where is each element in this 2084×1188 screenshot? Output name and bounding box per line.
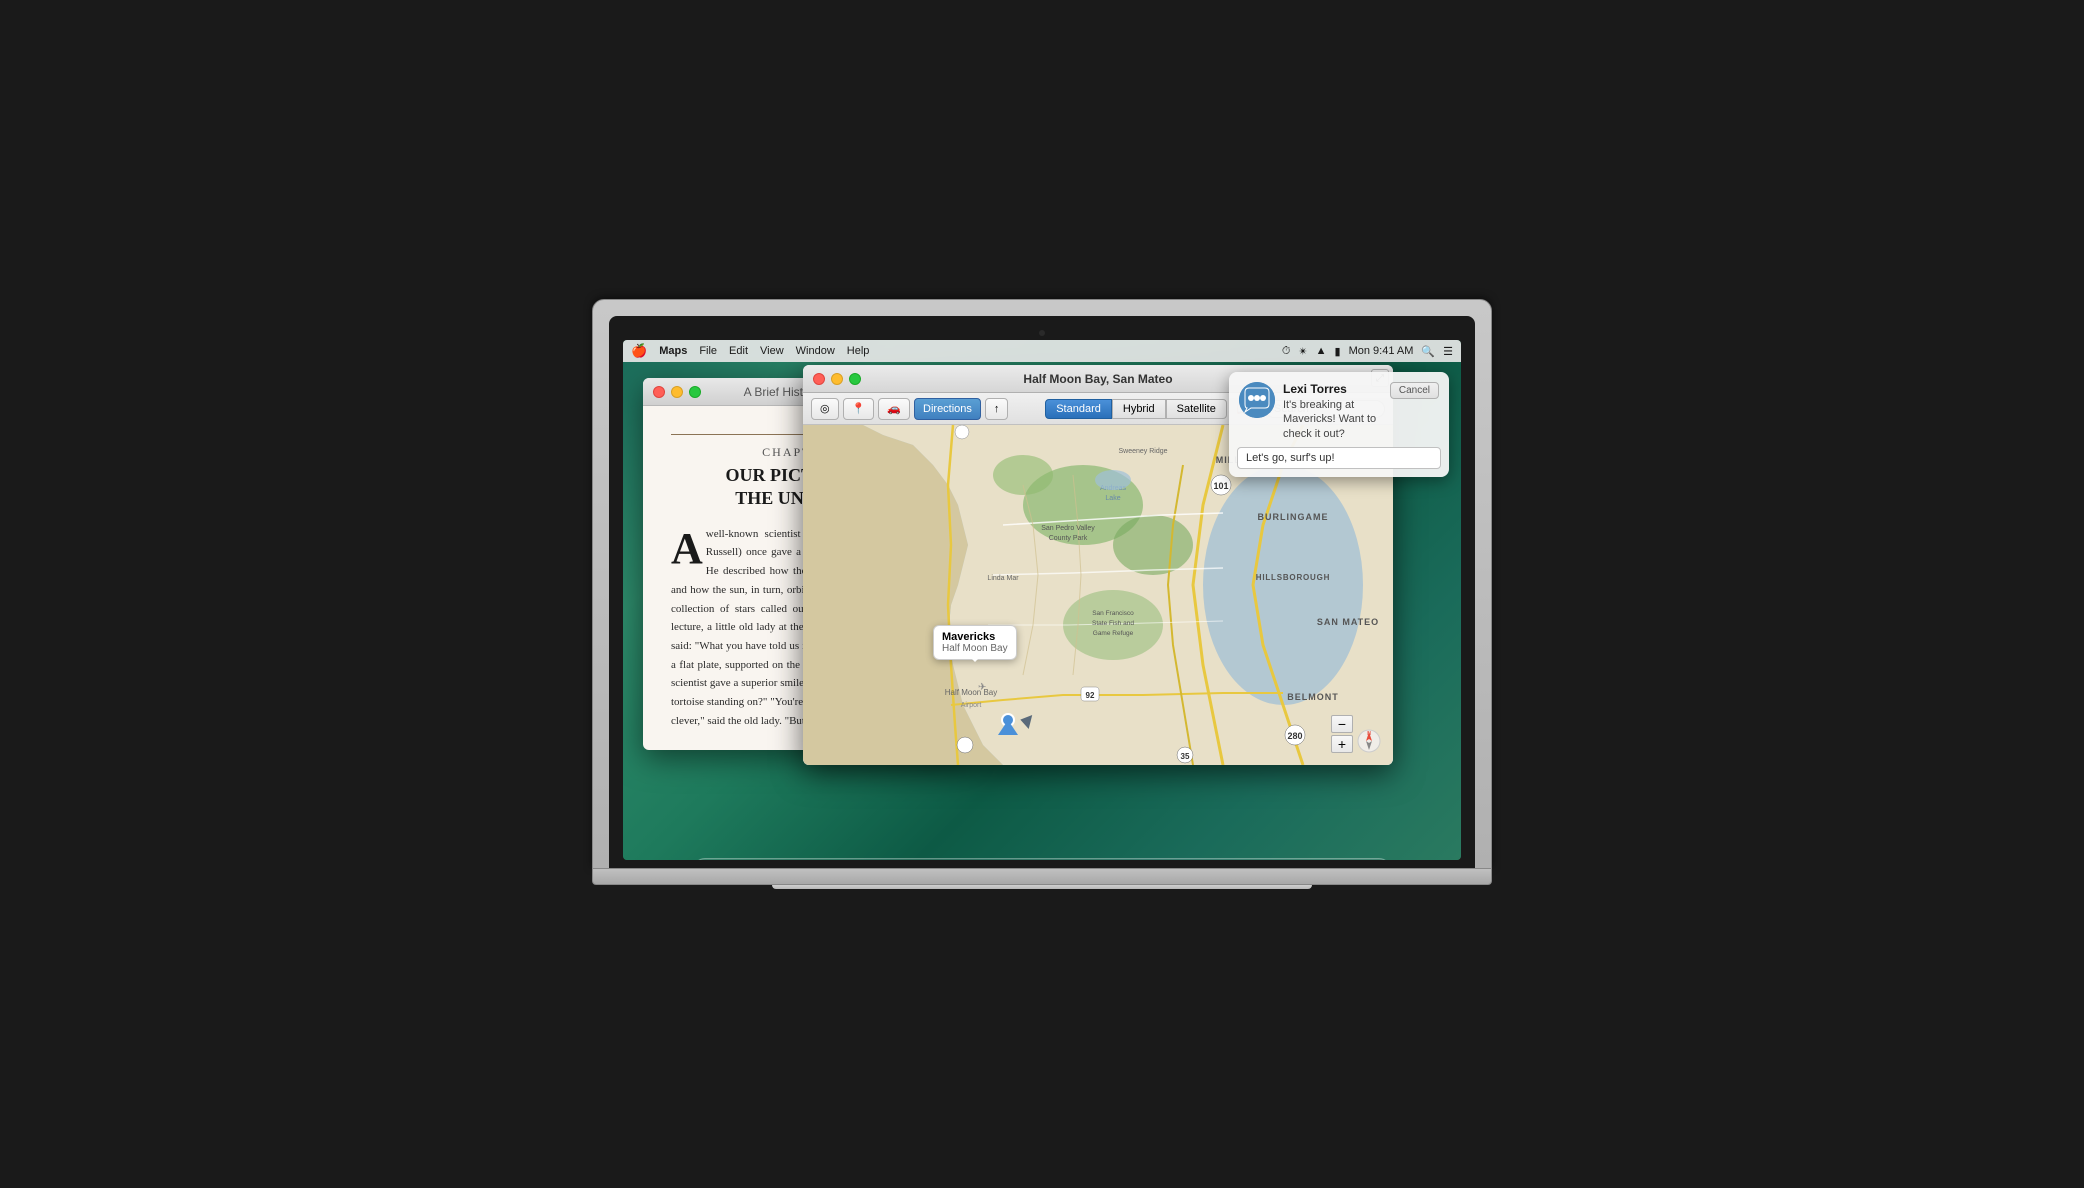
notification-header: Lexi Torres It's breaking at Mavericks! … <box>1229 372 1449 447</box>
menubar-view[interactable]: View <box>760 345 784 357</box>
ibook-window-buttons <box>653 386 701 398</box>
ibook-maximize-btn[interactable] <box>689 386 701 398</box>
ibook-dropcap: A <box>671 531 703 566</box>
menubar-search-icon[interactable]: 🔍 <box>1421 345 1435 358</box>
map-zoom-in-btn[interactable]: + <box>1331 735 1353 753</box>
menubar-battery-icon: ▮ <box>1335 345 1341 358</box>
map-zoom-controls: − + <box>1331 715 1353 753</box>
maps-segment-satellite[interactable]: Satellite <box>1166 399 1227 419</box>
menubar-edit[interactable]: Edit <box>729 345 748 357</box>
macbook-lid: 🍎 Maps File Edit View Window Help ⏱ ✴ ▲ <box>592 299 1492 869</box>
notification-sender: Lexi Torres <box>1283 382 1382 396</box>
maps-car-icon: 🚗 <box>887 402 901 415</box>
notification-message: It's breaking at Mavericks! Want to chec… <box>1283 398 1382 441</box>
svg-text:BELMONT: BELMONT <box>1287 692 1339 702</box>
svg-text:County Park: County Park <box>1049 535 1088 542</box>
svg-text:State Fish and: State Fish and <box>1092 620 1134 627</box>
maps-share-btn[interactable]: ↑ <box>985 398 1009 420</box>
map-location-popup[interactable]: Mavericks Half Moon Bay <box>933 625 1017 660</box>
svg-text:SAN MATEO: SAN MATEO <box>1317 617 1379 627</box>
maps-minimize-btn[interactable] <box>831 373 843 385</box>
ibook-minimize-btn[interactable] <box>671 386 683 398</box>
maps-window-buttons <box>813 373 861 385</box>
notification-reply-input[interactable] <box>1238 448 1440 468</box>
svg-text:Lake: Lake <box>1105 495 1120 502</box>
desktop-background: 🍎 Maps File Edit View Window Help ⏱ ✴ ▲ <box>623 340 1461 860</box>
svg-text:✈: ✈ <box>978 682 986 693</box>
menubar-right: ⏱ ✴ ▲ ▮ Mon 9:41 AM 🔍 ☰ <box>1282 345 1453 358</box>
notification-card: Lexi Torres It's breaking at Mavericks! … <box>1229 372 1449 477</box>
maps-pin-icon: 📍 <box>852 402 866 415</box>
macbook-base <box>592 869 1492 885</box>
svg-text:Linda Mar: Linda Mar <box>987 575 1019 582</box>
popup-subtitle: Half Moon Bay <box>942 643 1008 654</box>
menubar-window[interactable]: Window <box>796 345 835 357</box>
notification-cancel-btn[interactable]: Cancel <box>1390 382 1439 399</box>
ibook-close-btn[interactable] <box>653 386 665 398</box>
notification-content: Lexi Torres It's breaking at Mavericks! … <box>1283 382 1382 441</box>
maps-segment-standard[interactable]: Standard <box>1045 399 1112 419</box>
notification-avatar <box>1239 382 1275 418</box>
svg-text:Half Moon Bay: Half Moon Bay <box>945 688 997 697</box>
apple-menu[interactable]: 🍎 <box>631 343 647 359</box>
maps-share-icon: ↑ <box>994 403 1000 415</box>
svg-text:280: 280 <box>1287 731 1302 741</box>
svg-text:Airport: Airport <box>961 702 982 709</box>
menubar-notifications-icon[interactable]: ☰ <box>1443 345 1453 358</box>
menubar-app-name[interactable]: Maps <box>659 345 687 357</box>
maps-view-segment: Standard Hybrid Satellite <box>1045 399 1227 419</box>
svg-text:San Francisco: San Francisco <box>1092 610 1134 617</box>
maps-window-title: Half Moon Bay, San Mateo <box>1023 372 1172 386</box>
menubar-file[interactable]: File <box>699 345 717 357</box>
maps-location-btn[interactable]: ◎ <box>811 398 839 420</box>
maps-segment-hybrid[interactable]: Hybrid <box>1112 399 1166 419</box>
maps-car-btn[interactable]: 🚗 <box>878 398 910 420</box>
notification-reply-box[interactable] <box>1237 447 1441 469</box>
menubar: 🍎 Maps File Edit View Window Help ⏱ ✴ ▲ <box>623 340 1461 362</box>
svg-text:35: 35 <box>1181 752 1190 761</box>
svg-text:1: 1 <box>963 425 968 427</box>
maps-close-btn[interactable] <box>813 373 825 385</box>
macbook: 🍎 Maps File Edit View Window Help ⏱ ✴ ▲ <box>592 299 1492 889</box>
webcam <box>1039 330 1045 336</box>
svg-text:N: N <box>1367 731 1371 737</box>
svg-text:101: 101 <box>1213 481 1228 491</box>
svg-text:92: 92 <box>1086 691 1095 700</box>
menubar-help[interactable]: Help <box>847 345 870 357</box>
dock: 🚀 🧭 ✉ 📮 <box>693 858 1391 860</box>
svg-text:HILLSBOROUGH: HILLSBOROUGH <box>1256 573 1331 582</box>
maps-location-icon: ◎ <box>820 402 830 415</box>
svg-text:BURLINGAME: BURLINGAME <box>1258 512 1329 522</box>
svg-text:Game Refuge: Game Refuge <box>1093 630 1134 637</box>
menubar-bluetooth-icon: ✴ <box>1298 345 1307 358</box>
maps-directions-button[interactable]: Directions <box>914 398 981 420</box>
menubar-time-machine-icon: ⏱ <box>1282 345 1291 358</box>
svg-text:San Pedro Valley: San Pedro Valley <box>1041 525 1095 532</box>
menubar-left: 🍎 Maps File Edit View Window Help <box>631 343 869 359</box>
menubar-wifi-icon: ▲ <box>1316 345 1327 357</box>
map-compass[interactable]: N <box>1357 729 1381 753</box>
map-zoom-out-btn[interactable]: − <box>1331 715 1353 733</box>
maps-pin-btn[interactable]: 📍 <box>843 398 875 420</box>
macbook-foot <box>772 885 1312 889</box>
popup-title: Mavericks <box>942 631 1008 643</box>
screen-bezel: 🍎 Maps File Edit View Window Help ⏱ ✴ ▲ <box>609 316 1475 868</box>
menubar-clock: Mon 9:41 AM <box>1349 345 1414 357</box>
macbook-screen: 🍎 Maps File Edit View Window Help ⏱ ✴ ▲ <box>623 340 1461 860</box>
svg-text:Sweeney Ridge: Sweeney Ridge <box>1118 448 1167 455</box>
maps-maximize-btn[interactable] <box>849 373 861 385</box>
